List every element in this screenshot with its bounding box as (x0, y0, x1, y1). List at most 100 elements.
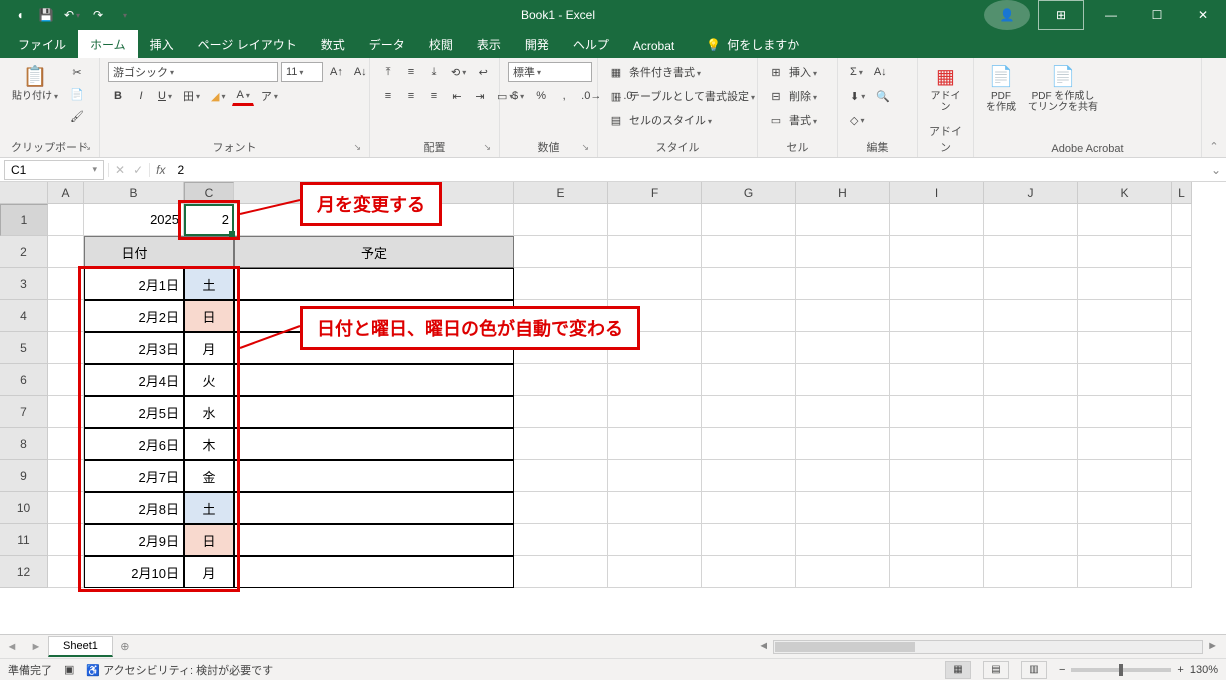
row-header-10[interactable]: 10 (0, 492, 48, 524)
cell-H4[interactable] (796, 300, 890, 332)
cell-F6[interactable] (608, 364, 702, 396)
align-bottom[interactable]: ⤓ (424, 62, 444, 82)
cell-K9[interactable] (1078, 460, 1172, 492)
cell-F3[interactable] (608, 268, 702, 300)
cell-B3[interactable]: 2月1日 (84, 268, 184, 300)
cond-format-icon[interactable]: ▦ (606, 62, 626, 82)
select-all-corner[interactable] (0, 182, 48, 204)
horizontal-scrollbar[interactable]: ◄► (137, 640, 1226, 654)
cell-I11[interactable] (890, 524, 984, 556)
cell-D6[interactable] (234, 364, 514, 396)
minimize-button[interactable]: — (1088, 0, 1134, 30)
cell-H12[interactable] (796, 556, 890, 588)
row-header-7[interactable]: 7 (0, 396, 48, 428)
row-header-11[interactable]: 11 (0, 524, 48, 556)
tab-acrobat[interactable]: Acrobat (621, 33, 686, 58)
cell-D11[interactable] (234, 524, 514, 556)
cancel-icon[interactable]: ✕ (115, 163, 125, 177)
tab-file[interactable]: ファイル (6, 30, 78, 58)
font-launcher[interactable]: ↘ (353, 142, 361, 153)
create-pdf-button[interactable]: 📄PDF を作成 (982, 62, 1020, 115)
sheet-tab-1[interactable]: Sheet1 (48, 636, 113, 657)
cell-F8[interactable] (608, 428, 702, 460)
cell-styles-button[interactable]: セルのスタイル (629, 112, 712, 128)
cell-L4[interactable] (1172, 300, 1192, 332)
cell-C3[interactable]: 土 (184, 268, 234, 300)
cell-F1[interactable] (608, 204, 702, 236)
cell-D3[interactable] (234, 268, 514, 300)
create-share-pdf-button[interactable]: 📄PDF を作成し てリンクを共有 (1024, 62, 1102, 115)
cell-I12[interactable] (890, 556, 984, 588)
cell-G10[interactable] (702, 492, 796, 524)
indent-dec[interactable]: ⇤ (447, 86, 467, 106)
cell-F11[interactable] (608, 524, 702, 556)
align-left[interactable]: ≡ (378, 86, 398, 106)
col-header-A[interactable]: A (48, 182, 84, 204)
cell-C6[interactable]: 火 (184, 364, 234, 396)
copy-button[interactable]: 📄 (66, 84, 88, 104)
comma-button[interactable]: , (554, 86, 574, 106)
cell-A3[interactable] (48, 268, 84, 300)
delete-cells-button[interactable]: 削除 (789, 88, 817, 104)
cell-K7[interactable] (1078, 396, 1172, 428)
cell-H5[interactable] (796, 332, 890, 364)
cell-A10[interactable] (48, 492, 84, 524)
cell-B11[interactable]: 2月9日 (84, 524, 184, 556)
worksheet[interactable]: ABCDEFGHIJKL 123456789101112 20252日付予定2月… (0, 182, 1226, 634)
cell-I7[interactable] (890, 396, 984, 428)
format-table-icon[interactable]: ▥ (606, 86, 626, 106)
font-name-select[interactable]: 游ゴシック (108, 62, 278, 82)
cell-A4[interactable] (48, 300, 84, 332)
cell-J3[interactable] (984, 268, 1078, 300)
cell-G1[interactable] (702, 204, 796, 236)
cell-I3[interactable] (890, 268, 984, 300)
number-launcher[interactable]: ↘ (581, 142, 589, 153)
cell-E8[interactable] (514, 428, 608, 460)
cell-F7[interactable] (608, 396, 702, 428)
tab-insert[interactable]: 挿入 (138, 30, 186, 58)
cell-A8[interactable] (48, 428, 84, 460)
col-header-J[interactable]: J (984, 182, 1078, 204)
cell-C4[interactable]: 日 (184, 300, 234, 332)
cell-J9[interactable] (984, 460, 1078, 492)
cell-A6[interactable] (48, 364, 84, 396)
decrease-font-button[interactable]: A↓ (350, 62, 371, 82)
zoom-out-button[interactable]: − (1059, 664, 1065, 676)
cell-L8[interactable] (1172, 428, 1192, 460)
cell-B8[interactable]: 2月6日 (84, 428, 184, 460)
cell-I4[interactable] (890, 300, 984, 332)
tell-me[interactable]: 💡何をしますか (694, 30, 811, 58)
cell-L5[interactable] (1172, 332, 1192, 364)
row-header-1[interactable]: 1 (0, 204, 48, 236)
cell-G12[interactable] (702, 556, 796, 588)
cell-C5[interactable]: 月 (184, 332, 234, 364)
tab-data[interactable]: データ (357, 30, 417, 58)
cell-L3[interactable] (1172, 268, 1192, 300)
cell-G9[interactable] (702, 460, 796, 492)
cell-L11[interactable] (1172, 524, 1192, 556)
cell-J11[interactable] (984, 524, 1078, 556)
cell-K6[interactable] (1078, 364, 1172, 396)
zoom-level[interactable]: 130% (1190, 664, 1218, 676)
cell-K5[interactable] (1078, 332, 1172, 364)
cell-C8[interactable]: 木 (184, 428, 234, 460)
macro-rec-icon[interactable]: ▣ (64, 663, 74, 676)
cell-E12[interactable] (514, 556, 608, 588)
col-header-L[interactable]: L (1172, 182, 1192, 204)
cell-K10[interactable] (1078, 492, 1172, 524)
cell-F9[interactable] (608, 460, 702, 492)
wrap-text[interactable]: ↩ (473, 62, 493, 82)
cell-I8[interactable] (890, 428, 984, 460)
tab-home[interactable]: ホーム (78, 30, 138, 58)
cell-E7[interactable] (514, 396, 608, 428)
cell-C7[interactable]: 水 (184, 396, 234, 428)
cell-H8[interactable] (796, 428, 890, 460)
clear-button[interactable]: ◇ (846, 110, 868, 130)
accounting-button[interactable]: $ (508, 86, 528, 106)
autosave-toggle[interactable]: ◖ (12, 7, 28, 23)
col-header-C[interactable]: C (184, 182, 234, 204)
cell-K2[interactable] (1078, 236, 1172, 268)
addins-button[interactable]: ▦アドイン (926, 62, 965, 115)
cell-I10[interactable] (890, 492, 984, 524)
cell-G7[interactable] (702, 396, 796, 428)
